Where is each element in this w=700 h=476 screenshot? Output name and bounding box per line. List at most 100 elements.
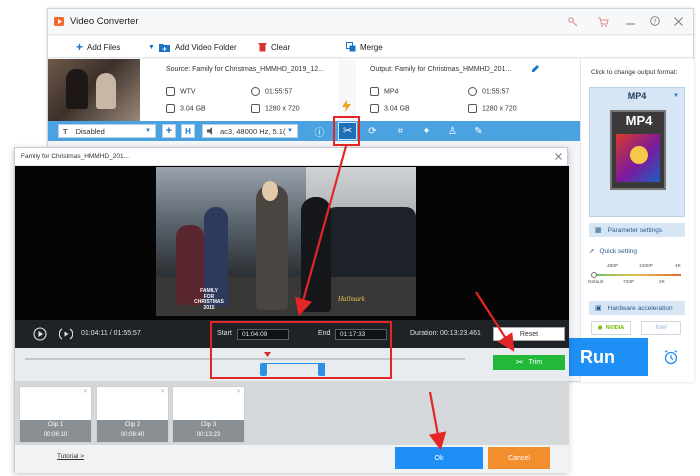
clip-remove-icon[interactable]: ✕ [236, 388, 241, 395]
format-icon [370, 87, 379, 96]
audio-track-value: ac3, 48000 Hz, 5.1( [220, 126, 286, 136]
hardware-acceleration-button[interactable]: ▣ Hardware acceleration [589, 301, 685, 315]
subtitle-select-value: Disabled [75, 126, 105, 136]
add-video-folder-button[interactable]: ▼ Add Video Folder [148, 41, 237, 53]
start-time-input[interactable]: 01:04:09 [237, 329, 289, 340]
clip-item[interactable]: ✕ Clip 2 00:08:40 [96, 386, 169, 443]
output-format: MP4 [370, 87, 398, 96]
trim-timeline: ✂ Trim [15, 348, 569, 381]
add-subtitle-button[interactable]: + [162, 124, 176, 138]
source-size: 3.04 GB [166, 104, 206, 113]
cart-icon[interactable] [598, 17, 609, 27]
subtitle-select[interactable]: T Disabled ▼ [58, 124, 156, 138]
file-size-icon [166, 104, 175, 113]
minimize-icon[interactable] [626, 17, 635, 26]
close-icon[interactable] [674, 17, 683, 26]
quick-setting-label: Quick setting [599, 247, 638, 255]
output-format-name: MP4 [627, 91, 647, 101]
toolbar: + Add Files ▼ Add Video Folder Clear Mer… [48, 36, 693, 58]
format-icon [166, 87, 175, 96]
merge-button[interactable]: Merge [346, 41, 383, 53]
settings-icon: ▦ [595, 227, 602, 234]
dialog-title: Family for Christmas_HMMHD_201... [21, 153, 129, 160]
run-label: Run [580, 346, 615, 367]
quality-slider[interactable]: 480P 1080P 4K Default 720P 2K [588, 264, 681, 285]
tick-1080p: 1080P [639, 264, 653, 269]
file-row[interactable]: Source: Family for Christmas_HMMHD_2019_… [48, 59, 580, 123]
mp4-file-icon: MP4 [604, 110, 670, 190]
rotate-icon[interactable]: ⟳ [366, 125, 379, 137]
edit-subtitle-icon[interactable]: ✎ [472, 125, 485, 137]
merge-label: Merge [360, 42, 383, 52]
clip-item[interactable]: ✕ Clip 3 00:13:23 [172, 386, 245, 443]
end-time-input[interactable]: 01:17:33 [335, 329, 387, 340]
slider-track [593, 274, 681, 276]
watermark-stamp-icon[interactable]: ♙ [446, 125, 459, 137]
cancel-button[interactable]: Cancel [488, 447, 550, 469]
timeline-track[interactable] [25, 358, 465, 360]
file-thumbnail[interactable] [48, 59, 140, 121]
quick-setting-header: ➚ Quick setting [589, 247, 638, 256]
clear-button[interactable]: Clear [258, 41, 290, 53]
run-button[interactable]: Run [568, 338, 648, 376]
info-icon[interactable]: ⓘ [313, 125, 326, 139]
parameter-settings-button[interactable]: ▦ Parameter settings [589, 223, 685, 237]
clip-remove-icon[interactable]: ✕ [160, 388, 165, 395]
format-dropdown-icon: ▼ [673, 93, 679, 99]
intel-option[interactable]: Intel [641, 321, 681, 335]
range-end-handle[interactable] [318, 363, 325, 376]
dialog-close-icon[interactable] [555, 153, 562, 160]
nvidia-option[interactable]: ◉ NVIDIA [591, 321, 631, 335]
nvidia-label: NVIDIA [605, 325, 625, 331]
add-files-button[interactable]: + Add Files [76, 41, 120, 53]
clip-name: Clip 1 [47, 422, 64, 428]
clip-item[interactable]: ✕ Clip 1 00:06:10 [19, 386, 92, 443]
clip-remove-icon[interactable]: ✕ [83, 388, 88, 395]
ok-button[interactable]: Ok [395, 447, 483, 469]
crop-icon[interactable]: ⌗ [394, 125, 407, 137]
clip-list: ✕ Clip 1 00:06:10 ✕ Clip 2 00:08:40 ✕ Clip… [15, 381, 569, 445]
source-duration: 01:55:57 [251, 87, 292, 96]
trim-tool-button[interactable]: ✂ [338, 122, 357, 140]
audio-track-select[interactable]: ac3, 48000 Hz, 5.1( ▼ [202, 124, 298, 138]
play-icon[interactable] [33, 327, 47, 341]
output-size: 3.04 GB [370, 104, 410, 113]
effects-wand-icon[interactable]: ✦ [420, 125, 433, 137]
dialog-footer: Tutorial > Ok Cancel [15, 445, 569, 473]
edit-pencil-icon[interactable] [531, 64, 540, 73]
rocket-icon: ➚ [589, 248, 595, 255]
app-logo-icon [54, 17, 64, 26]
intel-label: Intel [655, 325, 667, 331]
help-icon[interactable]: ? [650, 16, 660, 26]
add-video-folder-label: Add Video Folder [174, 42, 237, 52]
text-t-icon: T [63, 126, 68, 136]
output-format-tile[interactable]: MP4 ▼ MP4 [589, 87, 685, 217]
trim-button[interactable]: ✂ Trim [493, 355, 565, 370]
video-frame[interactable]: FAMILY FOR CHRISTMAS 2015 Hallmark [156, 167, 416, 316]
cancel-label: Cancel [508, 454, 530, 462]
parameter-settings-label: Parameter settings [607, 226, 663, 234]
clip-duration: 00:13:23 [196, 432, 221, 438]
video-title-overlay: FAMILY FOR CHRISTMAS 2015 [194, 288, 224, 311]
video-preview-area: FAMILY FOR CHRISTMAS 2015 Hallmark [15, 166, 569, 320]
frame-step-icon[interactable] [59, 327, 73, 341]
clip-name: Clip 2 [124, 422, 141, 428]
key-icon[interactable] [568, 17, 578, 27]
hdr-icon[interactable]: H [181, 124, 195, 138]
start-label: Start [217, 330, 232, 337]
slider-handle[interactable] [591, 272, 597, 278]
edit-bar: T Disabled ▼ + H ac3, 48000 Hz, 5.1( ▼ ⓘ… [48, 121, 580, 141]
output-settings-panel: Click to change output format: MP4 ▼ MP4… [580, 59, 694, 382]
reset-button[interactable]: Reset [493, 327, 565, 341]
tick-2k: 2K [659, 280, 665, 285]
tick-480p: 480P [607, 264, 619, 269]
window-title: Video Converter [70, 16, 139, 27]
add-files-label: Add Files [87, 42, 121, 52]
hardware-acceleration-label: Hardware acceleration [607, 304, 673, 312]
selected-range[interactable] [263, 363, 325, 376]
tutorial-link[interactable]: Tutorial > [57, 453, 84, 460]
playhead-marker-icon[interactable] [264, 352, 271, 358]
schedule-alarm-button[interactable] [648, 338, 694, 376]
arrow-divider [338, 59, 356, 121]
range-start-handle[interactable] [260, 363, 267, 376]
